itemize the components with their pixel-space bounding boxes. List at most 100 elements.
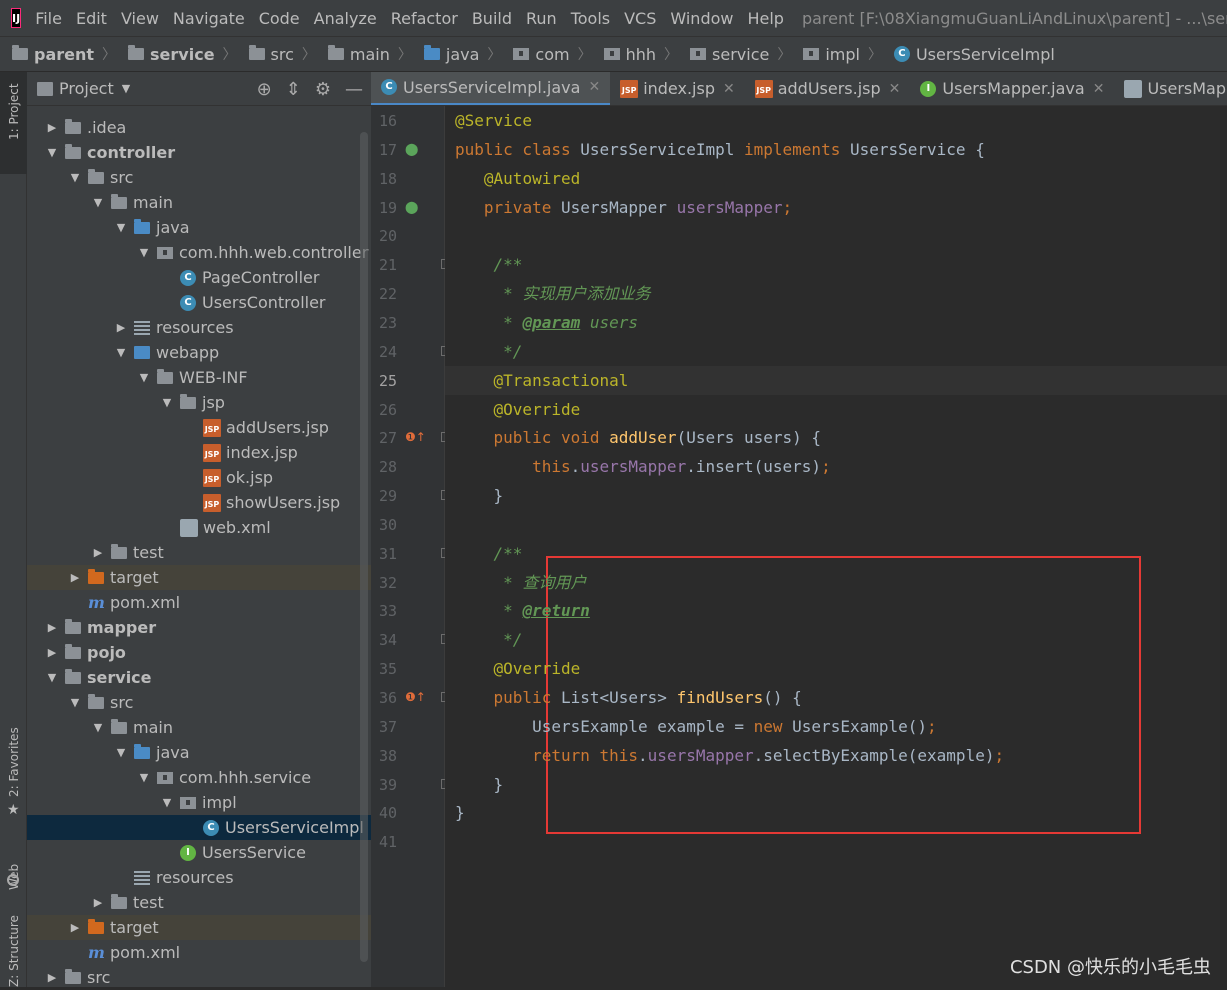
tree-item[interactable]: ▶ src [27, 965, 371, 990]
chevron-down-icon[interactable]: ▼ [45, 671, 59, 684]
menu-item[interactable]: Refactor [391, 9, 458, 28]
tree-item[interactable]: resources [27, 865, 371, 890]
implements-method-icon[interactable]: ❶↑ [405, 430, 426, 444]
chevron-right-icon[interactable]: ▶ [68, 571, 82, 584]
breadcrumb-item[interactable]: impl 〉 [803, 44, 882, 64]
breadcrumb-item[interactable]: src 〉 [248, 44, 316, 64]
structure-tool-tab[interactable]: Z: Structure [7, 915, 21, 987]
tree-item[interactable]: C UsersServiceImpl [27, 815, 371, 840]
menu-item[interactable]: File [35, 9, 62, 28]
menu-item[interactable]: View [121, 9, 159, 28]
breadcrumb-item[interactable]: main 〉 [327, 44, 412, 64]
menu-item[interactable]: Edit [76, 9, 107, 28]
tree-item[interactable]: web.xml [27, 515, 371, 540]
chevron-right-icon[interactable]: ▶ [91, 546, 105, 559]
tree-item[interactable]: m pom.xml [27, 590, 371, 615]
tree-item[interactable]: ▼ service [27, 665, 371, 690]
tree-item[interactable]: ▼ src [27, 690, 371, 715]
tree-item[interactable]: ▼ webapp [27, 340, 371, 365]
chevron-down-icon[interactable]: ▼ [137, 246, 151, 259]
tree-item[interactable]: ▶ test [27, 890, 371, 915]
close-icon[interactable]: ✕ [889, 81, 901, 97]
tree-item[interactable]: JSP ok.jsp [27, 465, 371, 490]
chevron-right-icon[interactable]: ▶ [45, 971, 59, 984]
chevron-down-icon[interactable]: ▼ [68, 171, 82, 184]
tree-item[interactable]: ▼ com.hhh.service [27, 765, 371, 790]
breadcrumb-item[interactable]: com 〉 [513, 44, 592, 64]
editor-tab[interactable]: C UsersServiceImpl.java ✕ [371, 72, 611, 105]
chevron-down-icon[interactable]: ▼ [160, 796, 174, 809]
menu-item[interactable]: Help [747, 9, 783, 28]
tree-item[interactable]: ▶ .idea [27, 115, 371, 140]
tree-item[interactable]: ▼ controller [27, 140, 371, 165]
project-scrollbar[interactable] [360, 132, 368, 962]
tree-item[interactable]: ▶ mapper [27, 615, 371, 640]
tree-item[interactable]: JSP addUsers.jsp [27, 415, 371, 440]
tree-item[interactable]: ▼ impl [27, 790, 371, 815]
editor-tab[interactable]: JSP addUsers.jsp ✕ [745, 72, 911, 105]
tree-item[interactable]: C UsersController [27, 290, 371, 315]
locate-icon[interactable]: ⊕ [257, 79, 272, 100]
chevron-down-icon[interactable]: ▼ [114, 221, 128, 234]
tree-item[interactable]: ▶ target [27, 915, 371, 940]
chevron-right-icon[interactable]: ▶ [114, 321, 128, 334]
chevron-down-icon[interactable]: ▼ [160, 396, 174, 409]
breadcrumb-item[interactable]: C UsersServiceImpl [893, 45, 1055, 64]
tree-item[interactable]: ▶ pojo [27, 640, 371, 665]
tree-item[interactable]: JSP index.jsp [27, 440, 371, 465]
chevron-down-icon[interactable]: ▼ [137, 771, 151, 784]
menu-item[interactable]: Build [472, 9, 512, 28]
breadcrumb-item[interactable]: service 〉 [128, 44, 237, 64]
chevron-right-icon[interactable]: ▶ [45, 621, 59, 634]
collapse-all-icon[interactable]: ⇕ [286, 79, 301, 100]
favorites-tool-tab[interactable]: 2: Favorites [7, 727, 21, 797]
tree-item[interactable]: ▼ jsp [27, 390, 371, 415]
editor-tab[interactable]: JSP index.jsp ✕ [610, 72, 745, 105]
tree-item[interactable]: ▶ resources [27, 315, 371, 340]
editor-tab[interactable]: I UsersMapper.java ✕ [910, 72, 1114, 105]
chevron-down-icon[interactable]: ▼ [68, 696, 82, 709]
menu-item[interactable]: Run [526, 9, 557, 28]
tree-item[interactable]: m pom.xml [27, 940, 371, 965]
menu-item[interactable]: Navigate [173, 9, 245, 28]
chevron-right-icon[interactable]: ▶ [45, 646, 59, 659]
spring-bean-icon[interactable]: ⬤ [405, 142, 418, 156]
tree-item[interactable]: ▼ com.hhh.web.controller [27, 240, 371, 265]
gear-icon[interactable]: ⚙ [315, 79, 331, 100]
menu-item[interactable]: Tools [571, 9, 610, 28]
tree-item[interactable]: JSP showUsers.jsp [27, 490, 371, 515]
close-icon[interactable]: ✕ [723, 81, 735, 97]
project-view-selector[interactable]: Project ▼ [37, 79, 130, 98]
chevron-down-icon[interactable]: ▼ [45, 146, 59, 159]
chevron-down-icon[interactable]: ▼ [137, 371, 151, 384]
chevron-right-icon[interactable]: ▶ [68, 921, 82, 934]
tree-item[interactable]: ▼ main [27, 715, 371, 740]
tree-item[interactable]: I UsersService [27, 840, 371, 865]
tree-item[interactable]: ▼ java [27, 740, 371, 765]
chevron-down-icon[interactable]: ▼ [114, 746, 128, 759]
chevron-right-icon[interactable]: ▶ [91, 896, 105, 909]
breadcrumb-item[interactable]: java 〉 [423, 44, 501, 64]
tree-item[interactable]: ▼ src [27, 165, 371, 190]
menu-item[interactable]: Window [670, 9, 733, 28]
minimize-icon[interactable]: — [345, 79, 363, 100]
close-icon[interactable]: ✕ [1093, 81, 1105, 97]
chevron-down-icon[interactable]: ▼ [91, 196, 105, 209]
tree-item[interactable]: ▼ java [27, 215, 371, 240]
chevron-right-icon[interactable]: ▶ [45, 121, 59, 134]
implements-method-icon[interactable]: ❶↑ [405, 690, 426, 704]
breadcrumb-item[interactable]: service 〉 [690, 44, 791, 64]
chevron-down-icon[interactable]: ▼ [91, 721, 105, 734]
tree-item[interactable]: ▼ WEB-INF [27, 365, 371, 390]
tree-item[interactable]: ▶ target [27, 565, 371, 590]
menu-item[interactable]: Analyze [314, 9, 377, 28]
breadcrumb-item[interactable]: parent 〉 [12, 44, 116, 64]
tree-item[interactable]: ▼ main [27, 190, 371, 215]
close-icon[interactable]: ✕ [588, 79, 600, 95]
project-tool-tab[interactable]: 1: Project [0, 72, 27, 174]
code-area[interactable]: @Service public class UsersServiceImpl im… [445, 106, 1227, 987]
menu-item[interactable]: Code [259, 9, 300, 28]
editor-tab[interactable]: UsersMapper.xml✕ [1114, 72, 1227, 105]
tree-item[interactable]: ▶ test [27, 540, 371, 565]
tree-item[interactable]: C PageController [27, 265, 371, 290]
